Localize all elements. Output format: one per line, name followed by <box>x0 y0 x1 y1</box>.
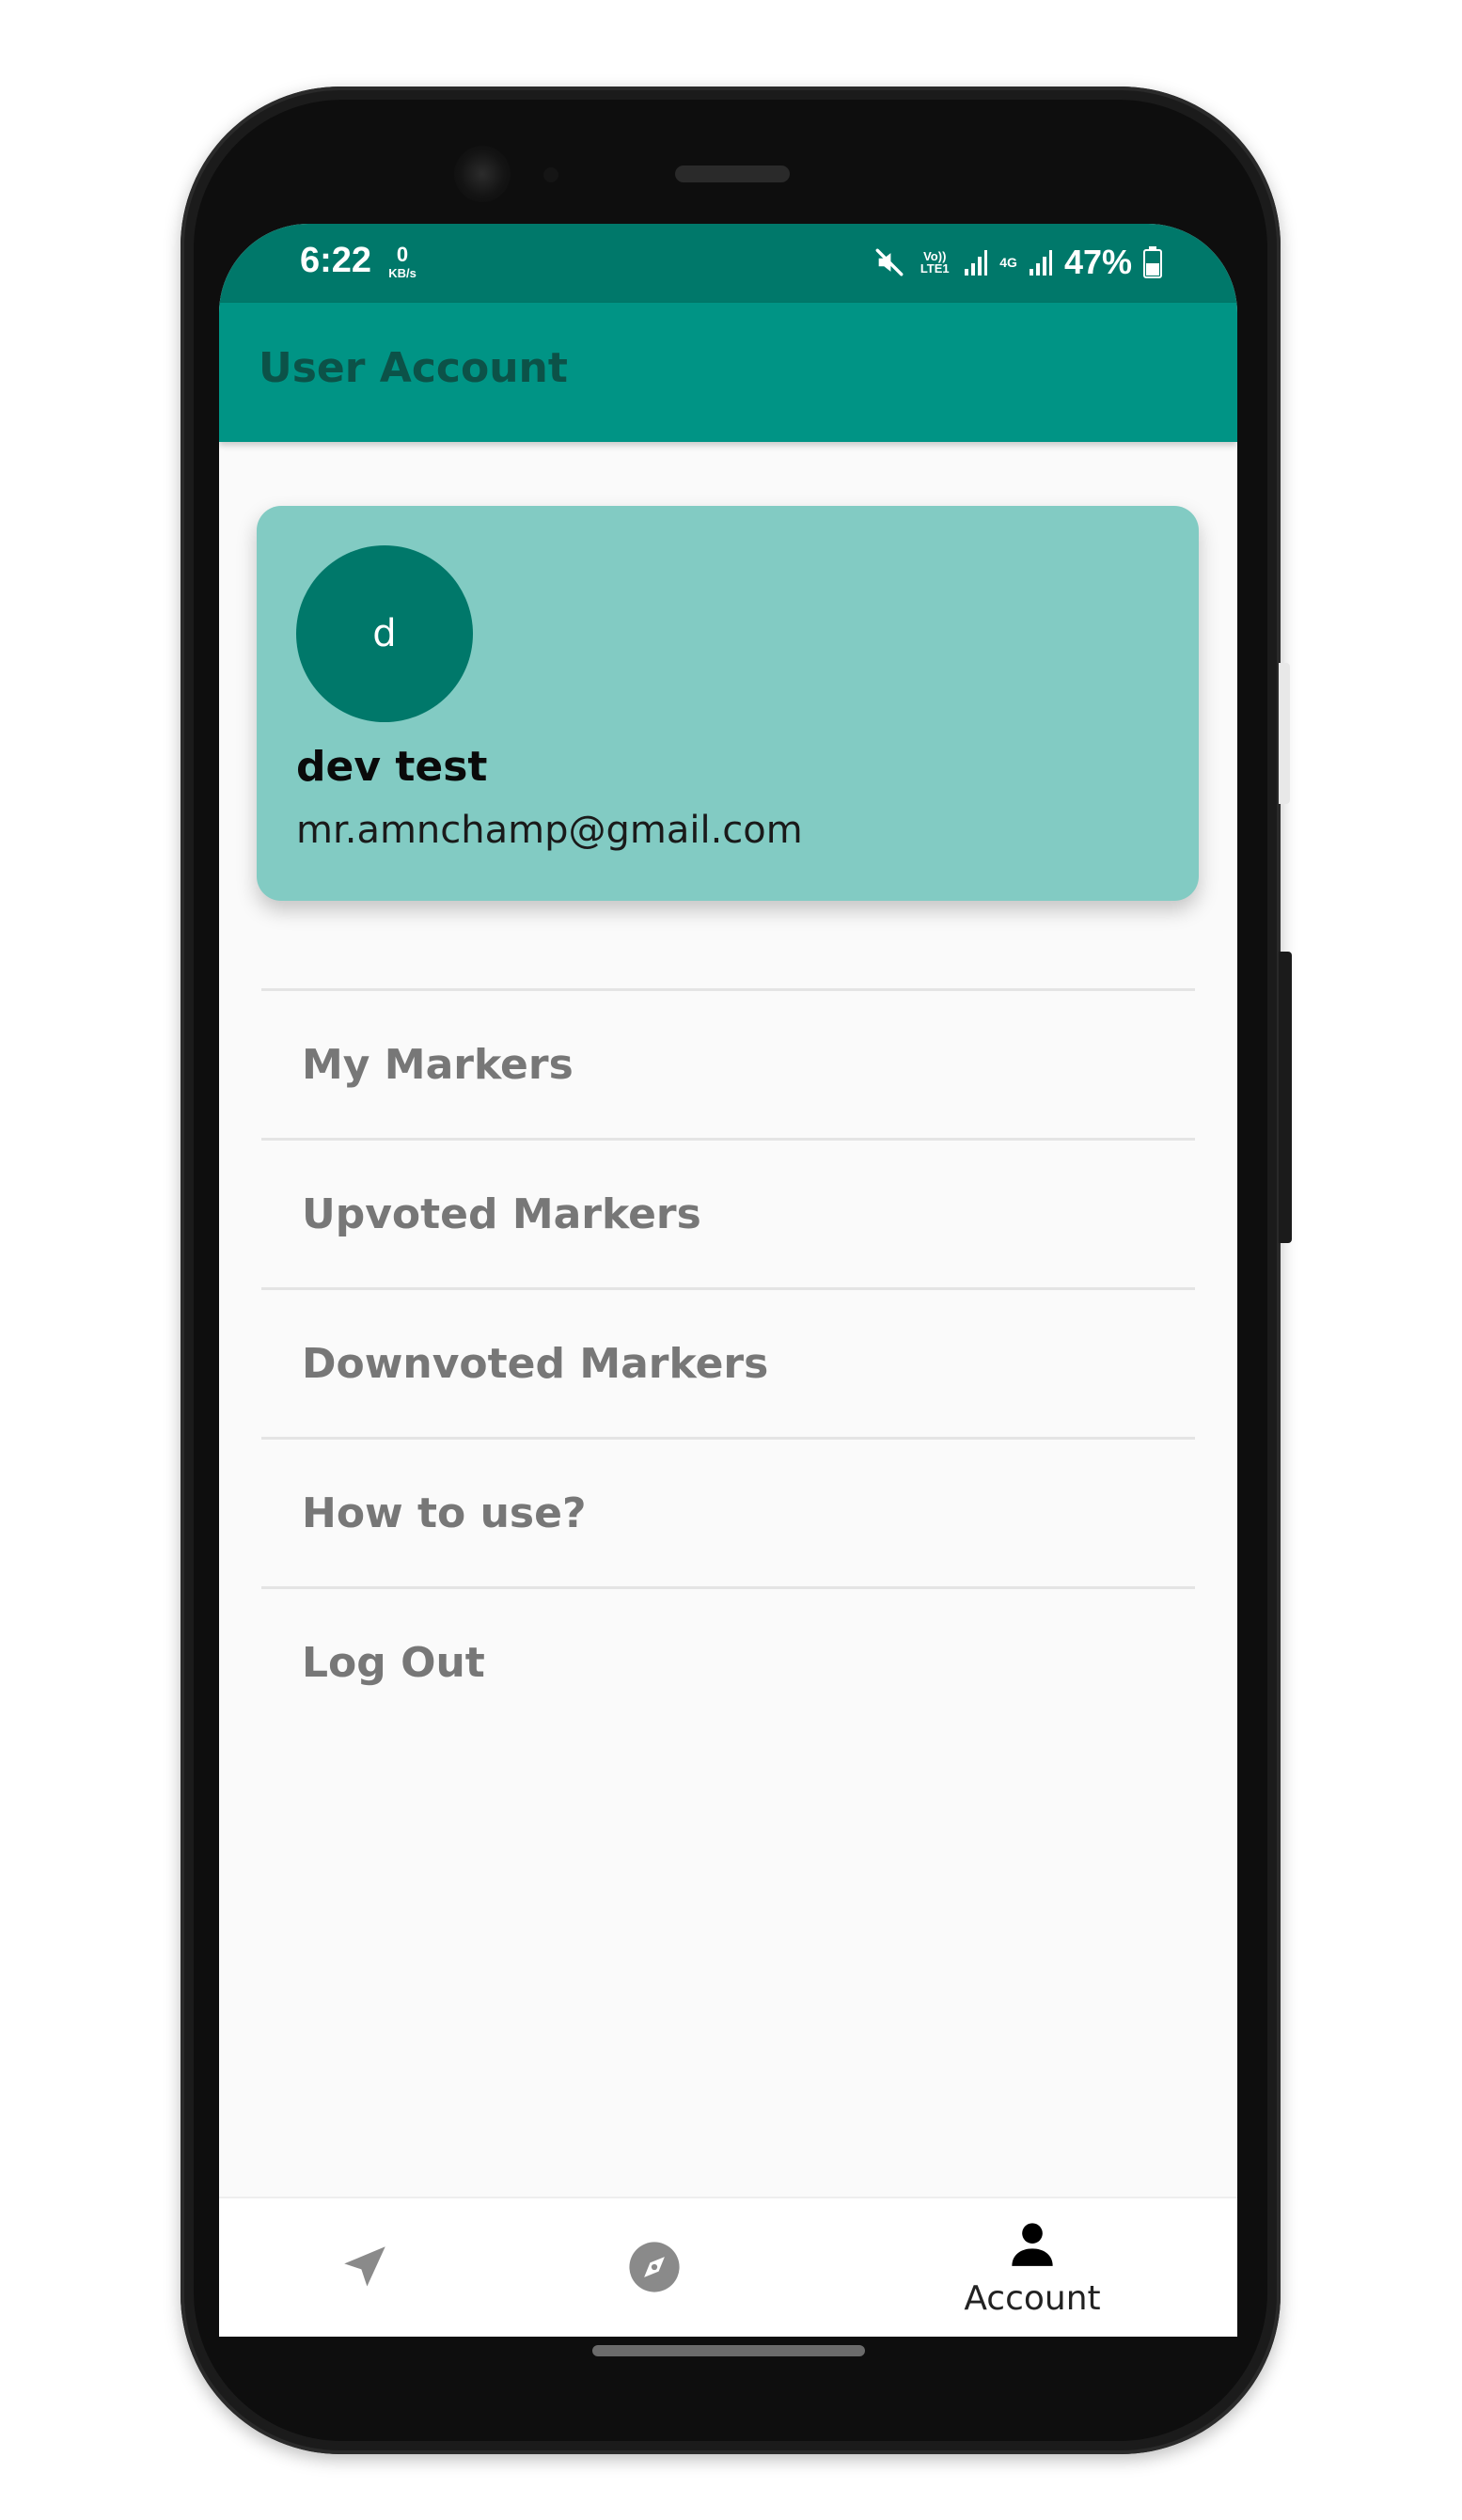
battery-icon <box>1143 246 1162 278</box>
profile-email: mr.amnchamp@gmail.com <box>296 809 803 852</box>
nav-item-navigate[interactable] <box>304 2198 426 2337</box>
account-menu: My Markers Upvoted Markers Downvoted Mar… <box>261 988 1195 1736</box>
volte-label: Vo)) LTE1 <box>920 249 950 276</box>
person-icon <box>1008 2219 1057 2272</box>
device-frame: 6:22 0 KB/s Vo)) LTE1 4G 47% User Accoun… <box>0 0 1462 2520</box>
nav-item-account[interactable]: Account <box>934 2198 1131 2337</box>
status-icons: Vo)) LTE1 4G 47% <box>873 243 1162 282</box>
proximity-sensor <box>543 167 558 182</box>
profile-name: dev test <box>296 743 488 791</box>
nav-item-label: Account <box>964 2279 1101 2318</box>
menu-item-label: Upvoted Markers <box>302 1189 701 1238</box>
network-speed: 0 KB/s <box>384 243 421 280</box>
front-camera <box>454 146 511 202</box>
status-bar: 6:22 0 KB/s Vo)) LTE1 4G 47% <box>219 224 1237 303</box>
avatar[interactable]: d <box>296 545 473 722</box>
menu-item-how-to-use[interactable]: How to use? <box>261 1437 1195 1586</box>
menu-item-my-markers[interactable]: My Markers <box>261 988 1195 1138</box>
menu-item-label: How to use? <box>302 1488 587 1537</box>
nav-item-explore[interactable] <box>593 2198 715 2337</box>
bottom-navigation: Account <box>219 2197 1237 2337</box>
profile-card: d dev test mr.amnchamp@gmail.com <box>257 506 1199 901</box>
page-title: User Account <box>259 344 568 392</box>
battery-percent: 47% <box>1063 243 1132 281</box>
menu-item-downvoted-markers[interactable]: Downvoted Markers <box>261 1287 1195 1437</box>
menu-item-log-out[interactable]: Log Out <box>261 1586 1195 1736</box>
navigation-arrow-icon <box>338 2240 392 2298</box>
app-bar: User Account <box>219 303 1237 442</box>
signal-icon-sim2 <box>1029 248 1053 276</box>
menu-item-label: Log Out <box>302 1638 485 1687</box>
mute-icon <box>873 246 905 278</box>
screen: 6:22 0 KB/s Vo)) LTE1 4G 47% User Accoun… <box>219 224 1237 2337</box>
status-time: 6:22 <box>300 241 372 280</box>
network-speed-unit: KB/s <box>388 266 417 280</box>
menu-item-label: Downvoted Markers <box>302 1339 769 1388</box>
signal-icon-sim1 <box>964 248 988 276</box>
side-button-power <box>1279 952 1292 1243</box>
network-speed-value: 0 <box>396 243 409 266</box>
side-button-upper <box>1279 663 1290 804</box>
menu-item-label: My Markers <box>302 1040 574 1089</box>
compass-icon <box>627 2240 682 2298</box>
earpiece-speaker <box>675 165 790 182</box>
avatar-letter: d <box>372 612 397 655</box>
menu-item-upvoted-markers[interactable]: Upvoted Markers <box>261 1138 1195 1287</box>
home-indicator[interactable] <box>592 2345 865 2356</box>
network-type-label: 4G <box>999 255 1017 270</box>
